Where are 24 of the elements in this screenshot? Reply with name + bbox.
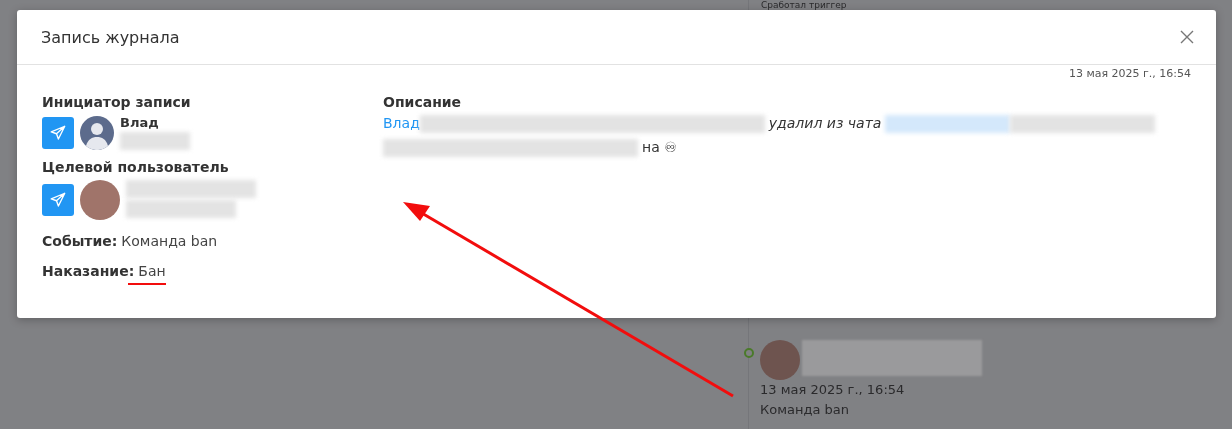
user-name: Влад [120, 115, 160, 130]
section-heading: Описание [383, 93, 463, 111]
field-label: Событие: [42, 232, 118, 250]
avatar-photo-placeholder [80, 180, 120, 220]
field-value: Бан [138, 262, 166, 280]
description-text: на ♾ [642, 139, 677, 155]
section-heading: Целевой пользователь [42, 158, 230, 176]
underline-mark [128, 283, 166, 285]
section-heading: Инициатор записи [42, 93, 192, 111]
description-text: удалил из чата [768, 115, 882, 131]
field-label: Наказание: [42, 262, 135, 280]
avatar-photo-placeholder [760, 340, 800, 380]
timestamp: 13 мая 2025 г., 16:54 [1067, 67, 1191, 81]
timeline-heading: Сработал триггер [761, 0, 847, 10]
timeline-event: Команда ban [760, 401, 850, 419]
close-button[interactable] [1178, 28, 1196, 46]
field-value: Команда ban [121, 232, 218, 250]
paper-plane-icon [49, 191, 67, 209]
paper-plane-icon [49, 123, 67, 142]
redacted-text [120, 132, 190, 150]
timeline-date: 13 мая 2025 г., 16:54 [760, 381, 906, 399]
user-link[interactable]: Влад [383, 115, 420, 131]
dialog-title: Запись журнала [41, 27, 180, 47]
avatar-icon [80, 115, 114, 150]
